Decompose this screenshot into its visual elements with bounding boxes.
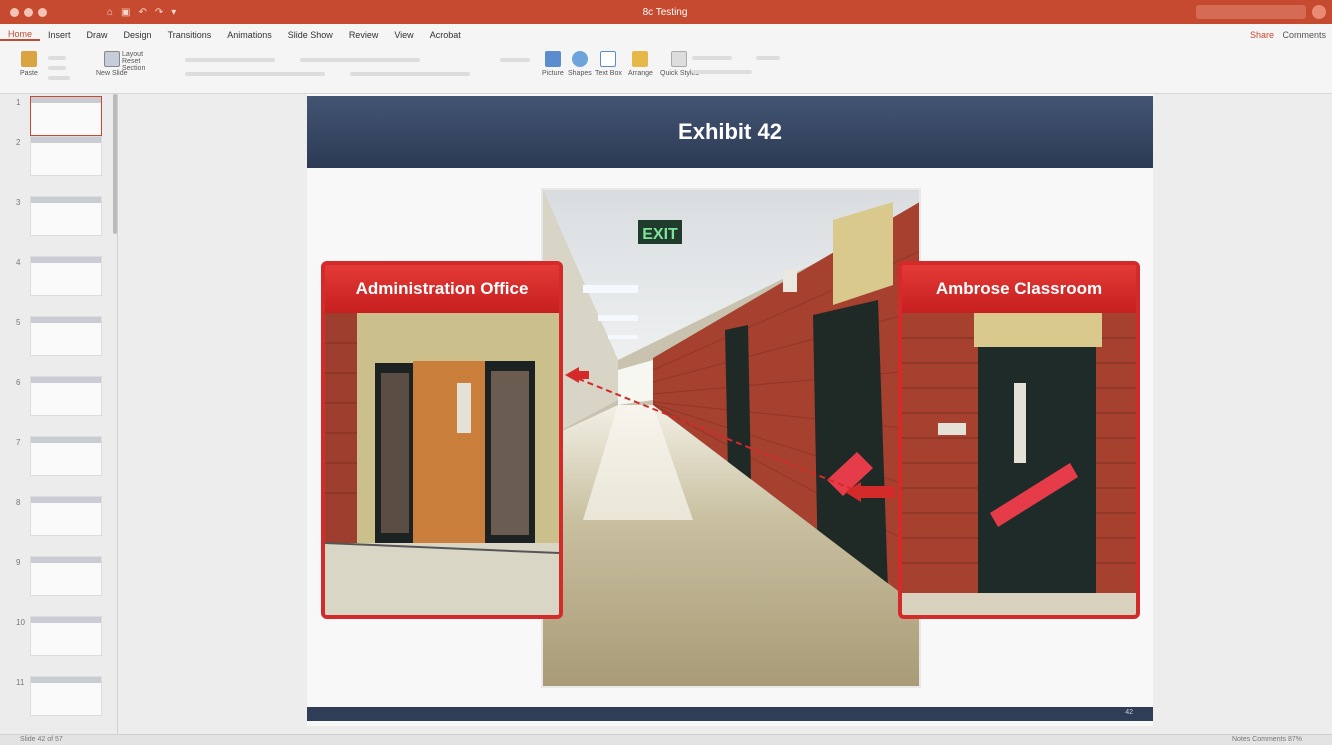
title-bar: ⌂ ▣ ↶ ↷ ▾ 8c Testing — [0, 0, 1332, 24]
tab-home[interactable]: Home — [0, 29, 41, 41]
view-controls[interactable]: Notes Comments 87% — [1232, 736, 1302, 743]
minimize-window-icon[interactable] — [24, 7, 33, 17]
slide-thumbnail-pane[interactable]: 1 2 3 4 5 6 7 8 9 10 11 — [0, 94, 118, 734]
zoom-level[interactable]: 87% — [1288, 736, 1302, 743]
textbox-icon — [600, 51, 617, 67]
arrange-button[interactable]: Arrange — [628, 51, 653, 77]
new-slide-icon — [103, 51, 120, 67]
textbox-button[interactable]: Text Box — [595, 51, 622, 77]
slide-layout-group: Layout Reset Section — [122, 51, 145, 72]
share-button[interactable]: Share — [1250, 30, 1274, 40]
profile-avatar[interactable] — [1312, 5, 1326, 19]
tab-slide-show[interactable]: Slide Show — [280, 30, 341, 40]
status-bar: Slide 42 of 57 Notes Comments 87% — [0, 734, 1332, 745]
tab-animations[interactable]: Animations — [219, 30, 280, 40]
slide-thumbnail[interactable]: 1 — [0, 96, 118, 136]
window-controls[interactable] — [10, 7, 47, 17]
tab-design[interactable]: Design — [116, 30, 160, 40]
slide-thumbnail[interactable]: 7 — [0, 436, 118, 476]
customize-icon[interactable]: ▾ — [171, 7, 176, 18]
slide-thumbnail[interactable]: 9 — [0, 556, 118, 596]
slide-thumbnail[interactable]: 6 — [0, 376, 118, 416]
picture-button[interactable]: Picture — [542, 51, 564, 77]
undo-icon[interactable]: ↶ — [139, 7, 147, 18]
tab-view[interactable]: View — [386, 30, 421, 40]
slide-count-status: Slide 42 of 57 — [20, 736, 63, 743]
search-box[interactable] — [1196, 5, 1306, 19]
section-button[interactable]: Section — [122, 65, 145, 72]
thumbnail-scrollbar[interactable] — [113, 94, 117, 234]
ribbon: Paste New Slide Layout Reset Section Pic… — [0, 46, 1332, 94]
slide-thumbnail[interactable]: 8 — [0, 496, 118, 536]
zoom-window-icon[interactable] — [38, 7, 47, 17]
tab-insert[interactable]: Insert — [40, 30, 79, 40]
clipboard-icon — [20, 51, 37, 67]
paste-button[interactable]: Paste — [20, 51, 38, 77]
close-window-icon[interactable] — [10, 7, 19, 17]
tab-draw[interactable]: Draw — [79, 30, 116, 40]
ribbon-tabs: Home Insert Draw Design Transitions Anim… — [0, 24, 1332, 46]
connector-arrows — [565, 367, 895, 502]
slide-thumbnail[interactable]: 3 — [0, 196, 118, 236]
tab-review[interactable]: Review — [341, 30, 387, 40]
arrow-left-icon — [565, 367, 579, 383]
slide-number: 42 — [1125, 709, 1133, 716]
save-icon[interactable]: ▣ — [121, 7, 130, 18]
slide-thumbnail[interactable]: 5 — [0, 316, 118, 356]
arrow-right-target-icon — [845, 482, 861, 502]
arrange-icon — [632, 51, 649, 67]
slide-thumbnail[interactable]: 11 — [0, 676, 118, 716]
quick-styles-icon — [671, 51, 688, 67]
layout-button[interactable]: Layout — [122, 51, 143, 58]
slide-footer-bar: 42 — [307, 707, 1153, 721]
arrow-left-shaft — [577, 371, 589, 379]
shapes-button[interactable]: Shapes — [568, 51, 592, 77]
reset-button[interactable]: Reset — [122, 58, 140, 65]
tab-acrobat[interactable]: Acrobat — [422, 30, 469, 40]
quick-access-toolbar: ⌂ ▣ ↶ ↷ ▾ — [107, 7, 176, 18]
document-title: 8c Testing — [642, 6, 688, 18]
home-icon[interactable]: ⌂ — [107, 7, 113, 18]
slide-thumbnail[interactable]: 2 — [0, 136, 118, 176]
slide-thumbnail[interactable]: 10 — [0, 616, 118, 656]
arrow-right-shaft — [859, 486, 895, 498]
dashed-connector-line — [568, 374, 853, 490]
tab-transitions[interactable]: Transitions — [160, 30, 220, 40]
comments-button[interactable]: Comments — [1282, 30, 1326, 40]
redo-icon[interactable]: ↷ — [155, 7, 163, 18]
slide-thumbnail[interactable]: 4 — [0, 256, 118, 296]
slide[interactable]: Exhibit 42 EXIT Administration Office Am… — [307, 94, 1153, 726]
picture-icon — [544, 51, 561, 67]
shapes-icon — [571, 51, 588, 67]
